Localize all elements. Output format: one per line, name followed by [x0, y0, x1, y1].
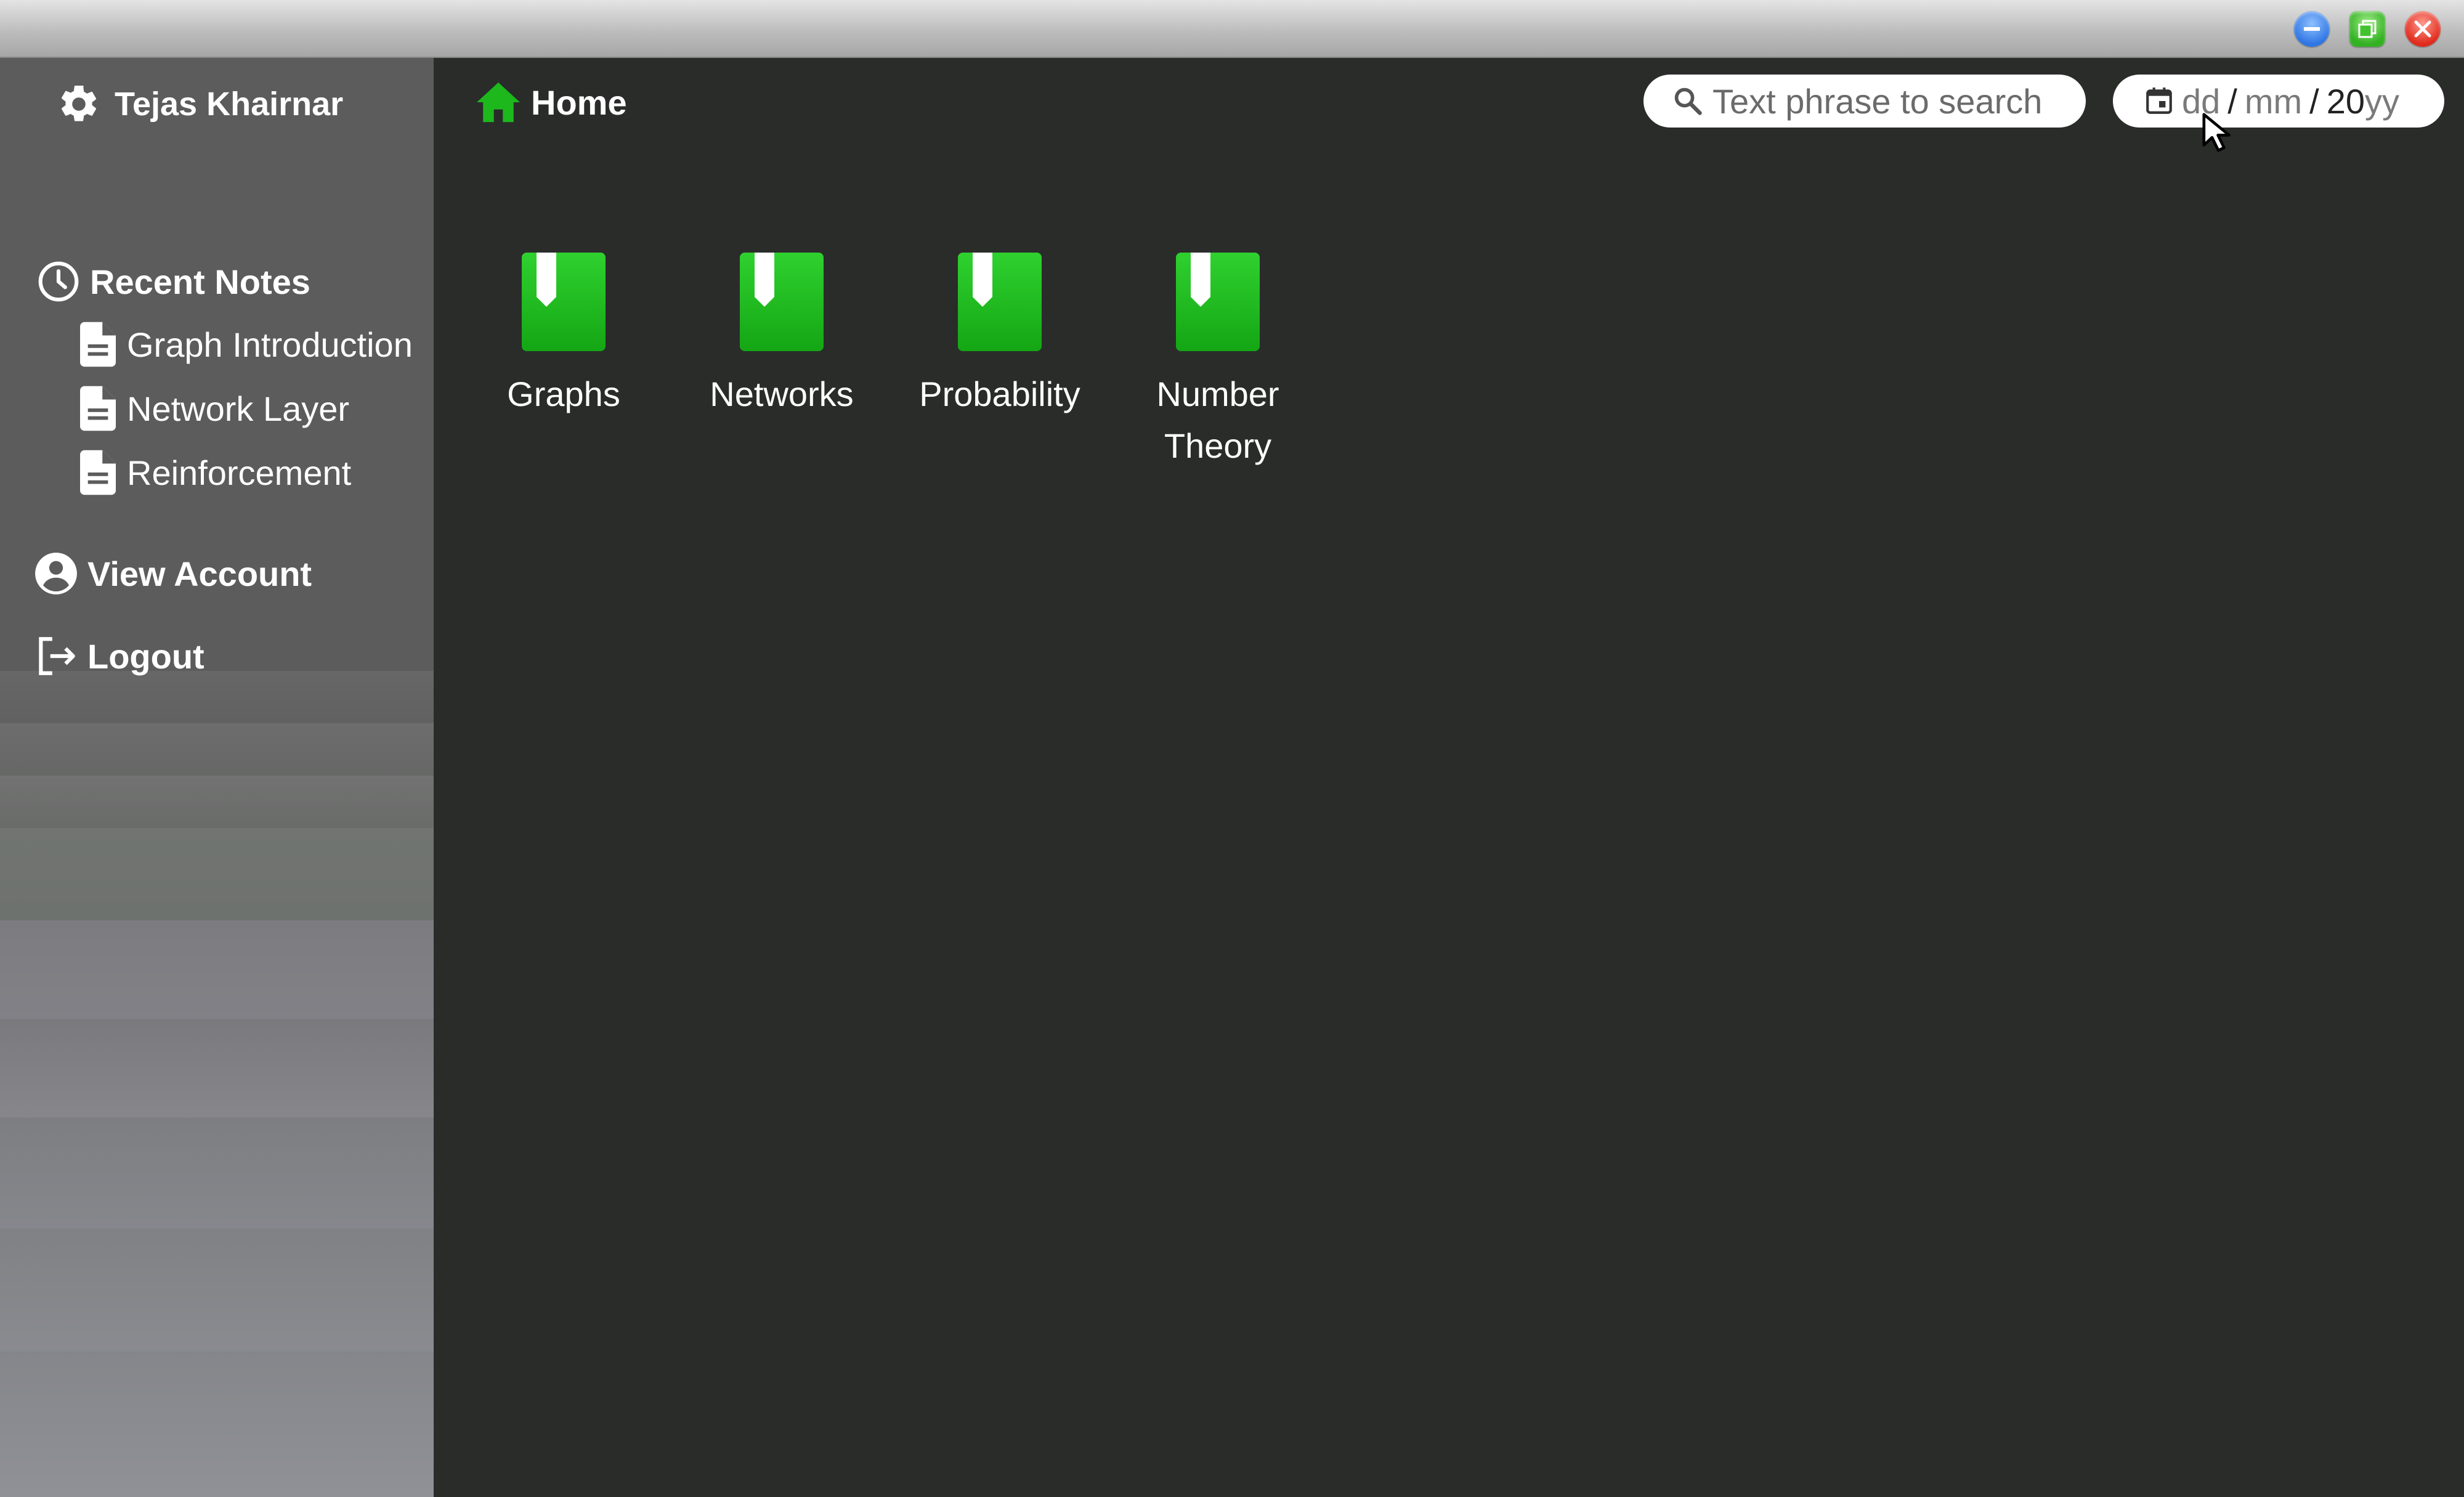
document-icon — [80, 450, 116, 495]
logout-icon — [39, 637, 75, 675]
logout-label: Logout — [87, 636, 205, 676]
home-icon — [477, 82, 520, 123]
minimize-button[interactable] — [2294, 11, 2330, 47]
recent-note-label: Reinforcement — [127, 453, 352, 492]
search-field[interactable] — [1643, 75, 2086, 128]
notebook-icon — [1176, 253, 1260, 351]
user-name: Tejas Khairnar — [115, 86, 344, 123]
logout-button[interactable]: Logout — [33, 633, 205, 679]
maximize-button[interactable] — [2349, 11, 2385, 47]
recent-note-item-graph-introduction[interactable]: Graph Introduction — [80, 322, 413, 367]
sidebar: Tejas Khairnar Recent Notes Graph Introd… — [0, 58, 434, 1497]
document-icon — [80, 322, 116, 367]
recent-note-label: Graph Introduction — [127, 325, 413, 364]
view-account-label: View Account — [87, 554, 312, 593]
notebook-graphs[interactable]: Graphs — [453, 253, 675, 420]
recent-note-item-reinforcement[interactable]: Reinforcement — [80, 450, 351, 495]
notebook-label: Networks — [710, 375, 854, 413]
notebook-icon — [958, 253, 1042, 351]
view-account-button[interactable]: View Account — [33, 551, 312, 596]
maximize-icon — [2358, 20, 2377, 38]
date-month[interactable]: mm — [2245, 81, 2302, 121]
gear-icon — [61, 85, 97, 121]
account-circle-icon — [35, 553, 77, 594]
calendar-icon — [2146, 87, 2172, 114]
date-year-prefix: 20 — [2326, 81, 2365, 121]
date-year[interactable]: 20yy — [2327, 81, 2399, 121]
recent-note-label: Network Layer — [127, 389, 350, 428]
notebook-probability[interactable]: Probability — [889, 253, 1111, 420]
document-icon — [80, 386, 116, 431]
search-input[interactable] — [1712, 81, 2070, 121]
user-settings-button[interactable]: Tejas Khairnar — [57, 83, 343, 126]
date-separator: / — [2309, 81, 2319, 121]
notebook-icon — [522, 253, 606, 351]
recent-notes-label: Recent Notes — [90, 262, 310, 301]
date-picker[interactable]: dd / mm / 20yy — [2113, 75, 2444, 128]
notebook-icon — [740, 253, 824, 351]
minimize-icon — [2304, 27, 2320, 31]
mouse-cursor-icon — [2202, 113, 2231, 152]
clock-icon — [38, 261, 79, 302]
close-button[interactable] — [2405, 11, 2441, 47]
notebook-label: Graphs — [507, 375, 620, 413]
window-title-bar — [0, 0, 2464, 58]
home-breadcrumb[interactable]: Home — [477, 78, 627, 127]
home-label: Home — [531, 83, 627, 122]
search-icon — [1674, 87, 1702, 115]
recent-notes-header: Recent Notes — [36, 259, 310, 304]
notebook-networks[interactable]: Networks — [671, 253, 893, 420]
date-year-suffix: yy — [2365, 81, 2400, 121]
notebook-number-theory[interactable]: Number Theory — [1107, 253, 1329, 472]
recent-note-item-network-layer[interactable]: Network Layer — [80, 386, 349, 431]
close-icon — [2414, 20, 2431, 38]
notebook-label: Number Theory — [1156, 375, 1279, 465]
notebook-label: Probability — [919, 375, 1080, 413]
